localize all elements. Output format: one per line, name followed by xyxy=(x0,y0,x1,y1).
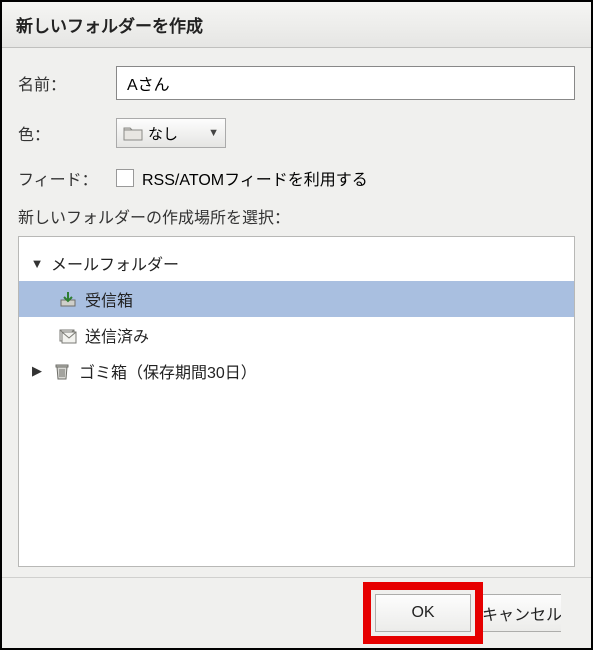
folder-icon xyxy=(123,125,143,141)
tree-item-sent[interactable]: 送信済み xyxy=(19,317,574,353)
cancel-button[interactable]: キャンセル xyxy=(483,594,561,632)
folder-tree[interactable]: ▼ メールフォルダー 受信箱 xyxy=(18,236,575,567)
disclosure-triangle-closed-icon[interactable]: ▶ xyxy=(29,363,45,379)
location-label: 新しいフォルダーの作成場所を選択： xyxy=(18,204,575,228)
name-label: 名前： xyxy=(18,71,116,95)
feed-label: フィード： xyxy=(18,166,116,190)
tree-item-label: 受信箱 xyxy=(85,287,133,311)
ok-highlight-annotation: OK xyxy=(365,584,481,642)
dialog-title: 新しいフォルダーを作成 xyxy=(2,2,591,48)
feed-checkbox[interactable] xyxy=(116,169,134,187)
name-row: 名前： xyxy=(18,66,575,100)
color-row: 色： なし ▼ xyxy=(18,118,575,148)
disclosure-triangle-open-icon[interactable]: ▼ xyxy=(29,256,45,271)
tree-item-label: 送信済み xyxy=(85,323,149,347)
feed-checkbox-label: RSS/ATOMフィードを利用する xyxy=(142,166,368,190)
inbox-icon xyxy=(57,288,79,310)
ok-button[interactable]: OK xyxy=(375,594,471,632)
cancel-clip: キャンセル xyxy=(483,594,561,632)
color-label: 色： xyxy=(18,121,116,145)
tree-root-trash[interactable]: ▶ ゴミ箱（保存期間30日） xyxy=(19,353,574,389)
sent-icon xyxy=(57,324,79,346)
trash-icon xyxy=(51,360,73,382)
feed-row: フィード： RSS/ATOMフィードを利用する xyxy=(18,166,575,190)
name-input[interactable] xyxy=(116,66,575,100)
create-folder-dialog: 新しいフォルダーを作成 名前： 色： なし ▼ フィード： RSS/ xyxy=(0,0,593,650)
chevron-down-icon: ▼ xyxy=(208,127,219,139)
tree-root-label: メールフォルダー xyxy=(51,251,179,275)
tree-item-inbox[interactable]: 受信箱 xyxy=(19,281,574,317)
color-value: なし xyxy=(148,123,178,144)
dialog-content: 名前： 色： なし ▼ フィード： RSS/ATOMフィードを利用する 新しいフ xyxy=(2,48,591,648)
color-select[interactable]: なし ▼ xyxy=(116,118,226,148)
tree-root-mail[interactable]: ▼ メールフォルダー xyxy=(19,245,574,281)
tree-root-label: ゴミ箱（保存期間30日） xyxy=(79,359,257,383)
button-row: OK キャンセル xyxy=(18,578,575,648)
